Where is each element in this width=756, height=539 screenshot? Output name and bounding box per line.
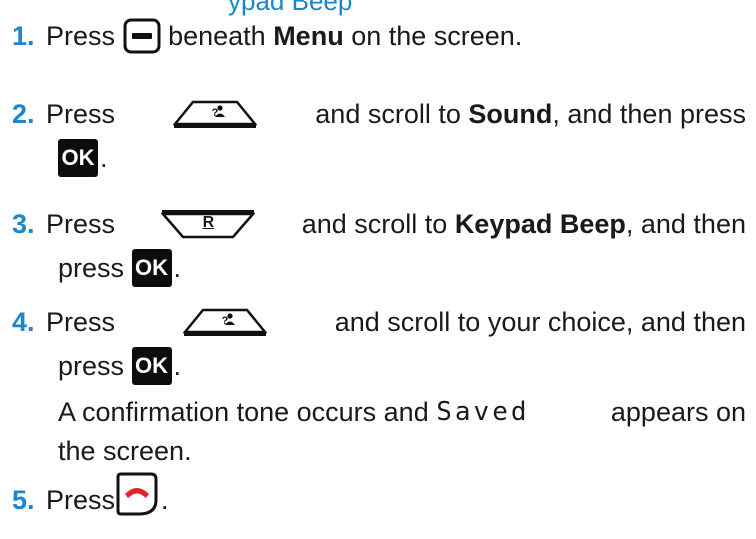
step-text: press: [58, 253, 125, 283]
step-number: 5.: [12, 485, 35, 515]
step-5: 5. Press .: [12, 472, 746, 522]
step-text: press: [58, 351, 125, 381]
redial-key-label: R: [202, 214, 215, 231]
step-3: 3. Press R and scroll to Keypad Beep, an…: [12, 202, 746, 290]
step-number: 2.: [12, 99, 35, 129]
menu-term: Menu: [273, 21, 344, 51]
nav-down-redial-icon: R: [161, 209, 256, 239]
step-text: Press: [46, 307, 116, 337]
note-text: the screen.: [58, 436, 192, 466]
soft-key-icon: [123, 18, 161, 54]
nav-up-phonebook-icon: ?: [182, 308, 267, 336]
step-text: beneath: [168, 21, 266, 51]
step-number: 1.: [12, 21, 35, 51]
step-text: Press: [46, 485, 116, 515]
step-1: 1. Press beneath Menu on the screen.: [12, 14, 746, 58]
keypad-beep-term: Keypad Beep: [454, 209, 626, 239]
ok-key-icon: OK: [131, 249, 172, 287]
step-number: 4.: [12, 307, 35, 337]
nav-up-phonebook-icon: ?: [173, 100, 258, 128]
step-text: and scroll to: [315, 99, 461, 129]
step-4: 4. Press ? and scroll to your choice, an…: [12, 300, 746, 468]
note-text: A confirmation tone occurs and: [58, 397, 429, 427]
step-text: Press: [46, 99, 116, 129]
note-text: appears on: [610, 397, 746, 427]
step-text: , and then press: [552, 99, 746, 129]
step-text: on the screen.: [351, 21, 523, 51]
step-text: and scroll to your choice, and then: [334, 307, 746, 337]
ok-key-icon: OK: [131, 347, 172, 385]
ok-key-icon: OK: [58, 139, 98, 177]
step-text: , and then: [625, 209, 746, 239]
step-text: and scroll to: [301, 209, 448, 239]
step-text: Press: [46, 21, 116, 51]
step-number: 3.: [12, 209, 35, 239]
end-call-icon: [116, 472, 158, 516]
step-2: 2. Press ? and scroll to Sound, and then…: [12, 92, 746, 180]
saved-display-text: Saved: [436, 397, 530, 427]
sound-term: Sound: [468, 99, 553, 129]
step-text: Press: [46, 209, 116, 239]
